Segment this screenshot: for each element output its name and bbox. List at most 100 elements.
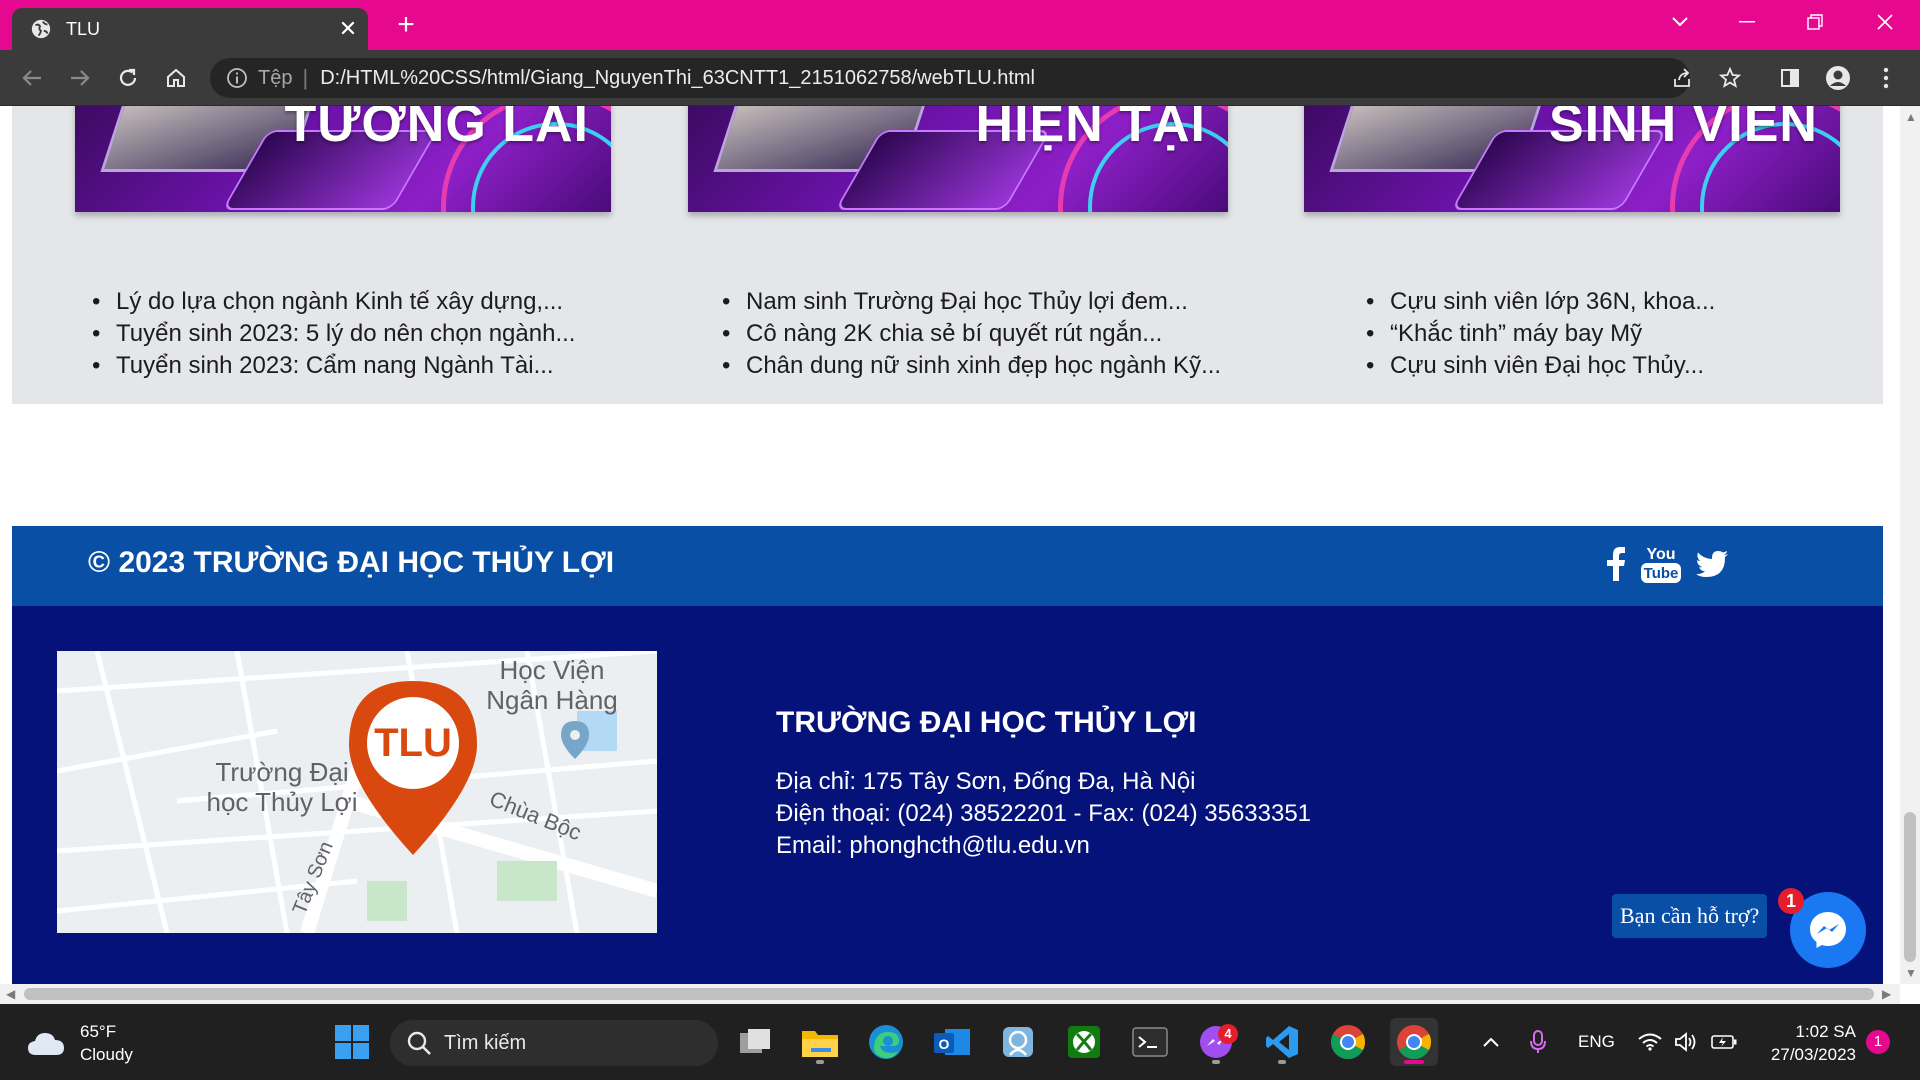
news-link[interactable]: Cựu sinh viên Đại học Thủy... bbox=[1366, 350, 1715, 382]
footer-top-bar: © 2023 TRƯỜNG ĐẠI HỌC THỦY LỢI You Tube bbox=[12, 526, 1883, 606]
globe-icon bbox=[31, 19, 51, 39]
url-text[interactable]: D:/HTML%20CSS/html/Giang_NguyenThi_63CNT… bbox=[320, 67, 1035, 90]
url-separator: | bbox=[302, 65, 309, 90]
youtube-icon[interactable]: You Tube bbox=[1636, 542, 1686, 586]
close-window-icon[interactable] bbox=[1852, 0, 1918, 44]
vertical-scroll-thumb[interactable] bbox=[1904, 812, 1916, 962]
task-view-icon[interactable] bbox=[732, 1018, 780, 1066]
file-explorer-icon[interactable] bbox=[796, 1018, 844, 1066]
restore-icon[interactable] bbox=[1782, 0, 1848, 44]
chevron-up-icon[interactable] bbox=[1466, 1018, 1516, 1066]
messenger-icon bbox=[1810, 912, 1846, 948]
horizontal-scroll-thumb[interactable] bbox=[24, 988, 1874, 1000]
copyright-text: © 2023 TRƯỜNG ĐẠI HỌC THỦY LỢI bbox=[88, 546, 615, 579]
banner-title: SINH VIÊN bbox=[1548, 106, 1818, 153]
language-indicator[interactable]: ENG bbox=[1578, 1032, 1615, 1052]
clock-time: 1:02 SA bbox=[1795, 1022, 1857, 1041]
svg-text:You: You bbox=[1646, 546, 1675, 563]
back-icon[interactable] bbox=[14, 60, 50, 96]
tlu-logo: TLU bbox=[374, 721, 452, 765]
map-label-school: Trường Đại học Thủy Lợi bbox=[206, 757, 358, 817]
school-name: TRƯỜNG ĐẠI HỌC THỦY LỢI bbox=[776, 706, 1197, 739]
running-indicator bbox=[1278, 1060, 1286, 1064]
facebook-icon[interactable] bbox=[1598, 542, 1634, 586]
news-link[interactable]: Chân dung nữ sinh xinh đẹp học ngành Kỹ.… bbox=[722, 350, 1221, 382]
chrome-icon[interactable] bbox=[1324, 1018, 1372, 1066]
tab-close-icon[interactable]: ✕ bbox=[328, 16, 368, 42]
clock-date: 27/03/2023 bbox=[1770, 1045, 1856, 1064]
windows-taskbar: 65°F Cloudy Tìm kiếm O 4 ENG 1:02 SA 27/… bbox=[0, 1004, 1920, 1080]
news-link[interactable]: Cô nàng 2K chia sẻ bí quyết rút ngắn... bbox=[722, 318, 1221, 350]
location-map[interactable]: TLU Học Viện Ngân Hàng Trường Đại học Th… bbox=[57, 651, 657, 933]
horizontal-scrollbar[interactable]: ◀ ▶ bbox=[0, 984, 1900, 1004]
notification-badge[interactable]: 1 bbox=[1866, 1030, 1890, 1054]
share-icon[interactable] bbox=[1664, 60, 1700, 96]
vertical-scrollbar[interactable]: ▲ ▼ bbox=[1900, 106, 1920, 984]
messenger-app-badge: 4 bbox=[1218, 1024, 1238, 1044]
search-placeholder: Tìm kiếm bbox=[444, 1031, 527, 1054]
banner-present[interactable]: HIỆN TẠI bbox=[688, 106, 1228, 212]
weather-temp: 65°F bbox=[80, 1022, 117, 1041]
news-link[interactable]: Nam sinh Trường Đại học Thủy lợi đem... bbox=[722, 286, 1221, 318]
info-icon[interactable] bbox=[226, 67, 248, 89]
news-link[interactable]: Lý do lựa chọn ngành Kinh tế xây dựng,..… bbox=[92, 286, 575, 318]
running-indicator bbox=[816, 1060, 824, 1064]
active-indicator bbox=[1404, 1060, 1424, 1064]
browser-toolbar: Tệp | D:/HTML%20CSS/html/Giang_NguyenThi… bbox=[0, 50, 1920, 106]
minimize-icon[interactable] bbox=[1714, 0, 1780, 44]
scroll-up-arrow-icon[interactable]: ▲ bbox=[1905, 110, 1917, 124]
phone-text: Điện thoại: (024) 38522201 - Fax: (024) … bbox=[776, 800, 1312, 827]
messenger-app-icon[interactable]: 4 bbox=[1192, 1018, 1240, 1066]
microphone-icon[interactable] bbox=[1516, 1018, 1560, 1066]
url-scheme-label: Tệp bbox=[258, 66, 293, 89]
outlook-icon[interactable]: O bbox=[928, 1018, 976, 1066]
search-icon bbox=[407, 1031, 431, 1055]
email-text[interactable]: Email: phonghcth@tlu.edu.vn bbox=[776, 830, 1311, 862]
svg-text:Tube: Tube bbox=[1644, 565, 1679, 582]
home-icon[interactable] bbox=[158, 60, 194, 96]
chrome-active-icon[interactable] bbox=[1390, 1018, 1438, 1066]
news-list-student: Cựu sinh viên lớp 36N, khoa... “Khắc tin… bbox=[1366, 286, 1715, 382]
banner-student[interactable]: SINH VIÊN bbox=[1304, 106, 1840, 212]
scroll-right-arrow-icon[interactable]: ▶ bbox=[1882, 987, 1891, 1001]
svg-text:O: O bbox=[939, 1036, 950, 1052]
bookmark-star-icon[interactable] bbox=[1712, 60, 1748, 96]
profile-icon[interactable] bbox=[1820, 60, 1856, 96]
vscode-icon[interactable] bbox=[1258, 1018, 1306, 1066]
twitter-icon[interactable] bbox=[1692, 542, 1732, 586]
edge-icon[interactable] bbox=[862, 1018, 910, 1066]
news-list-present: Nam sinh Trường Đại học Thủy lợi đem... … bbox=[722, 286, 1221, 382]
news-link[interactable]: Cựu sinh viên lớp 36N, khoa... bbox=[1366, 286, 1715, 318]
address-text: Địa chỉ: 175 Tây Sơn, Đống Đa, Hà Nội bbox=[776, 768, 1196, 795]
news-link[interactable]: Tuyển sinh 2023: Cẩm nang Ngành Tài... bbox=[92, 350, 575, 382]
address-bar[interactable]: Tệp | D:/HTML%20CSS/html/Giang_NguyenThi… bbox=[210, 58, 1690, 98]
banner-future[interactable]: TƯƠNG LAI bbox=[75, 106, 611, 212]
photos-app-icon[interactable] bbox=[994, 1018, 1042, 1066]
scroll-left-arrow-icon[interactable]: ◀ bbox=[6, 987, 15, 1001]
news-list-future: Lý do lựa chọn ngành Kinh tế xây dựng,..… bbox=[92, 286, 575, 382]
taskbar-clock[interactable]: 1:02 SA 27/03/2023 bbox=[1756, 1020, 1856, 1066]
banner-title: HIỆN TẠI bbox=[975, 106, 1206, 153]
menu-icon[interactable] bbox=[1868, 60, 1904, 96]
taskbar-search[interactable]: Tìm kiếm bbox=[390, 1020, 718, 1066]
forward-icon[interactable] bbox=[62, 60, 98, 96]
page-viewport: TƯƠNG LAI HIỆN TẠI SINH VIÊN Lý do lựa c… bbox=[0, 106, 1900, 984]
scroll-down-arrow-icon[interactable]: ▼ bbox=[1905, 966, 1917, 980]
browser-tab[interactable]: TLU ✕ bbox=[12, 8, 368, 50]
reload-icon[interactable] bbox=[110, 60, 146, 96]
weather-desc: Cloudy bbox=[80, 1045, 133, 1064]
news-link[interactable]: Tuyển sinh 2023: 5 lý do nên chọn ngành.… bbox=[92, 318, 575, 350]
contact-info: Địa chỉ: 175 Tây Sơn, Đống Đa, Hà Nội Đi… bbox=[776, 766, 1311, 862]
weather-widget[interactable]: 65°F Cloudy bbox=[26, 1020, 133, 1066]
tab-title: TLU bbox=[66, 18, 101, 39]
tab-search-icon[interactable] bbox=[1647, 0, 1713, 44]
start-icon[interactable] bbox=[328, 1018, 376, 1066]
side-panel-icon[interactable] bbox=[1772, 60, 1808, 96]
xbox-icon[interactable] bbox=[1060, 1018, 1108, 1066]
news-link[interactable]: “Khắc tinh” máy bay Mỹ bbox=[1366, 318, 1715, 350]
news-section: TƯƠNG LAI HIỆN TẠI SINH VIÊN Lý do lựa c… bbox=[12, 106, 1883, 404]
new-tab-button[interactable]: + bbox=[390, 10, 422, 42]
battery-icon[interactable] bbox=[1702, 1018, 1746, 1066]
help-bubble[interactable]: Bạn cần hỗ trợ? bbox=[1612, 894, 1768, 938]
terminal-icon[interactable] bbox=[1126, 1018, 1174, 1066]
